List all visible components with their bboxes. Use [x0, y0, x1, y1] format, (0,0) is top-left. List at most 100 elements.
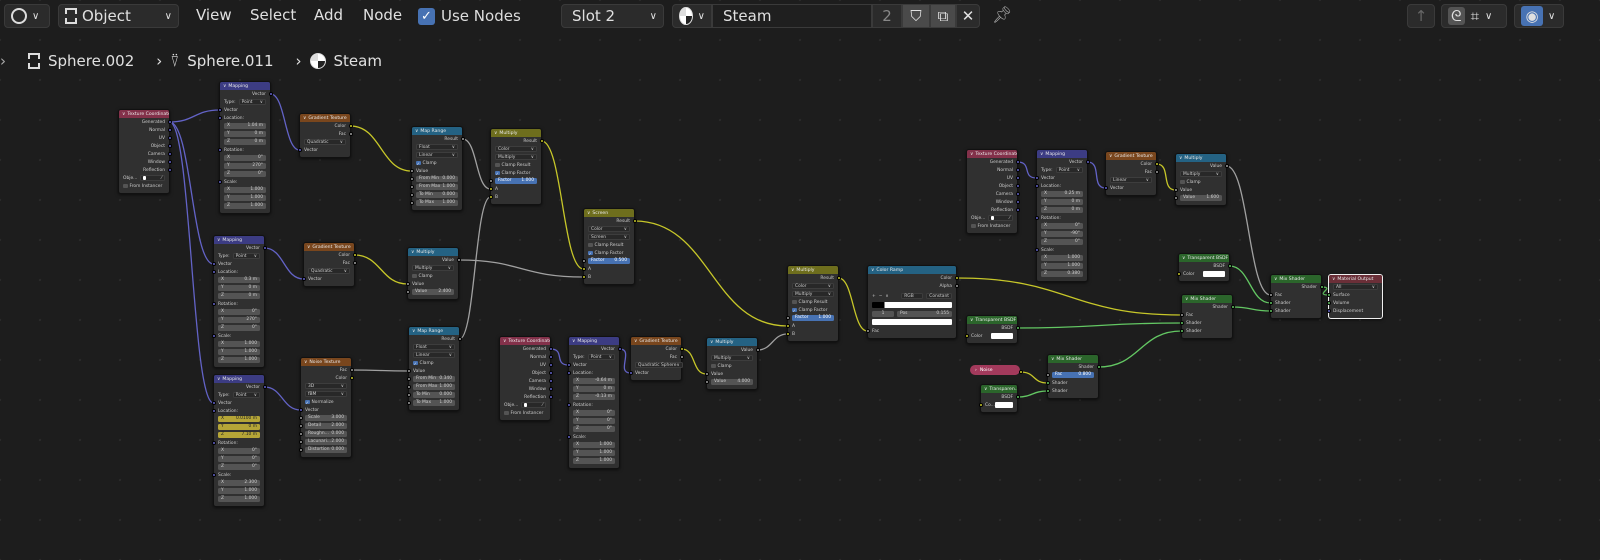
node-header[interactable]: ∨ Mapping	[214, 375, 264, 383]
socket-in-value[interactable]	[704, 372, 709, 376]
socket-in-displacement[interactable]	[1326, 309, 1331, 313]
socket-out-window[interactable]	[167, 160, 172, 164]
field-x[interactable]: X 0°	[224, 154, 266, 162]
gizmo-icon[interactable]: ⌗	[1471, 7, 1479, 25]
socket-out-vector[interactable]	[1085, 160, 1090, 164]
slot-dropdown[interactable]: Slot 2 ∨	[561, 4, 664, 28]
socket-out-reflection[interactable]	[167, 168, 172, 172]
socket-out-fac[interactable]	[1154, 170, 1159, 174]
eyedropper-icon[interactable]: ⁄	[161, 176, 162, 181]
mode-dropdown[interactable]: Object ∨	[58, 4, 179, 28]
node-multiply[interactable]: ∨ Multiply Value Multiply ∨ Clamp Value Value 4.…	[704, 337, 760, 390]
checkbox-unchecked[interactable]	[971, 223, 976, 229]
field-from-min[interactable]: From Min 0.000	[416, 175, 458, 183]
node-header[interactable]: ∨ Transparent BSDF	[1179, 254, 1229, 262]
field-z[interactable]: Z 0°	[218, 463, 260, 471]
socket-out-uv[interactable]	[167, 136, 172, 140]
field-y[interactable]: Y -90°	[1041, 230, 1083, 238]
socket-in-vector[interactable]	[1034, 176, 1039, 180]
field-x[interactable]: X 1.000	[573, 441, 615, 449]
node-header[interactable]: ∨ Noise Texture	[301, 358, 351, 366]
field-value[interactable]: Value 4.000	[711, 378, 753, 386]
chevron-down-icon[interactable]: ∨	[303, 116, 306, 121]
field-z[interactable]: Z 0°	[218, 324, 260, 332]
field-x[interactable]: X 2.300	[218, 479, 260, 487]
chevron-down-icon[interactable]: ∨	[1040, 152, 1043, 157]
chevron-down-icon[interactable]: ∨	[1182, 256, 1185, 261]
field-x[interactable]: X 0.3 m	[218, 276, 260, 284]
chevron-down-icon[interactable]: ∨	[984, 387, 987, 392]
node-screen[interactable]: ∨ Screen Result Color ∨ Screen ∨ Clamp Result ✓ C…	[581, 208, 637, 285]
color-swatch[interactable]	[1203, 271, 1225, 277]
node-color-ramp[interactable]: ∨ Color Ramp Color Alpha + − ∨ RGB Constant 1 Pos 0…	[865, 265, 959, 339]
socket-out-generated[interactable]	[1015, 160, 1020, 164]
chevron-down-icon[interactable]: ∨	[411, 250, 414, 255]
chevron-down-icon[interactable]: ∨	[572, 339, 575, 344]
socket-in-shader[interactable]	[1268, 309, 1273, 313]
socket-in-to-max[interactable]	[406, 401, 411, 405]
socket-in-factor[interactable]	[785, 316, 790, 320]
socket-out-result[interactable]	[460, 137, 465, 141]
socket-out-bsdf[interactable]	[1015, 326, 1020, 330]
interpolation-dropdown[interactable]: Constant	[926, 293, 952, 299]
socket-out-color[interactable]	[1154, 162, 1159, 166]
socket-out-window[interactable]	[1015, 200, 1020, 204]
socket-in-vector[interactable]	[628, 371, 633, 375]
field-from-max[interactable]: From Max 1.000	[416, 183, 458, 191]
dropdown-screen[interactable]: Screen ∨	[588, 234, 630, 240]
field-x[interactable]: X 0°	[573, 409, 615, 417]
socket-in-rotation[interactable]	[211, 302, 216, 306]
field-z[interactable]: Z 0 m	[1041, 206, 1083, 214]
field-z[interactable]: Z 1.000	[218, 356, 260, 364]
eyedropper-icon[interactable]: ⁄	[542, 403, 543, 408]
menu-node[interactable]: Node	[363, 6, 402, 24]
field-y[interactable]: Y 0°	[573, 417, 615, 425]
socket-in-vector[interactable]	[566, 363, 571, 367]
socket-out-bsdf[interactable]	[1015, 395, 1020, 399]
node-header[interactable]: ∨ Gradient Texture	[631, 337, 681, 345]
dropdown-point[interactable]: Point ∨	[587, 354, 615, 360]
pin-icon[interactable]: 📌︎	[992, 5, 1012, 24]
socket-out-object[interactable]	[167, 144, 172, 148]
chevron-down-icon[interactable]: ∨	[587, 211, 590, 216]
field-z[interactable]: Z 0 m	[224, 138, 266, 146]
parent-node-tree-button[interactable]: ↑	[1407, 4, 1435, 28]
socket-in-vector[interactable]	[298, 408, 303, 412]
socket-in-from-max[interactable]	[406, 385, 411, 389]
socket-out-fac[interactable]	[352, 261, 357, 265]
socket-in-from-min[interactable]	[406, 377, 411, 381]
node-header[interactable]: ∨ Mapping	[1037, 150, 1087, 158]
checkbox-checked[interactable]: ✓	[305, 400, 310, 405]
node-transparen[interactable]: ∨ Transparen... BSDF Co...	[978, 384, 1020, 413]
socket-out-vector[interactable]	[617, 347, 622, 351]
user-count-button[interactable]: 2	[872, 4, 902, 28]
field-x[interactable]: X 0°	[1041, 222, 1083, 230]
socket-out-value[interactable]	[1224, 164, 1229, 168]
node-header[interactable]: ∨ Texture Coordinate	[119, 110, 169, 118]
dropdown-multiply[interactable]: Multiply ∨	[792, 291, 834, 297]
checkbox-unchecked[interactable]	[123, 183, 128, 189]
dropdown-quadratic[interactable]: Quadratic ∨	[304, 139, 346, 145]
socket-in-co[interactable]	[978, 403, 983, 407]
socket-out-vector[interactable]	[268, 92, 273, 96]
node-header[interactable]: ∨ Material Output	[1329, 275, 1382, 283]
socket-in-scale[interactable]	[1034, 248, 1039, 252]
socket-in-a[interactable]	[488, 187, 493, 191]
node-header[interactable]: ∨ Color Ramp	[868, 266, 956, 274]
field-y[interactable]: Y 1.000	[573, 449, 615, 457]
checkbox-unchecked[interactable]	[412, 273, 417, 279]
breadcrumb-material[interactable]: Steam	[334, 52, 382, 70]
node-header[interactable]: ∨ Gradient Texture	[300, 114, 350, 122]
checkbox-checked[interactable]: ✓	[495, 171, 500, 176]
color-swatch[interactable]	[991, 333, 1013, 339]
chevron-down-icon[interactable]: ∨	[1332, 277, 1335, 282]
node-gradient-texture[interactable]: ∨ Gradient Texture Color Fac Quadratic Spher…	[628, 336, 684, 381]
node-gradient-texture[interactable]: ∨ Gradient Texture Color Fac Quadratic ∨ Vecto…	[301, 242, 357, 287]
socket-in-a[interactable]	[785, 324, 790, 328]
node-header[interactable]: ∨ Map Range	[409, 327, 459, 335]
chevron-down-icon[interactable]: ∨	[415, 129, 418, 134]
socket-out-alpha[interactable]	[954, 284, 959, 288]
dropdown-color[interactable]: Color ∨	[495, 146, 537, 152]
field-y[interactable]: Y 1.000	[218, 487, 260, 495]
node-transparent-bsdf[interactable]: ∨ Transparent BSDF BSDF Color	[1176, 253, 1232, 282]
